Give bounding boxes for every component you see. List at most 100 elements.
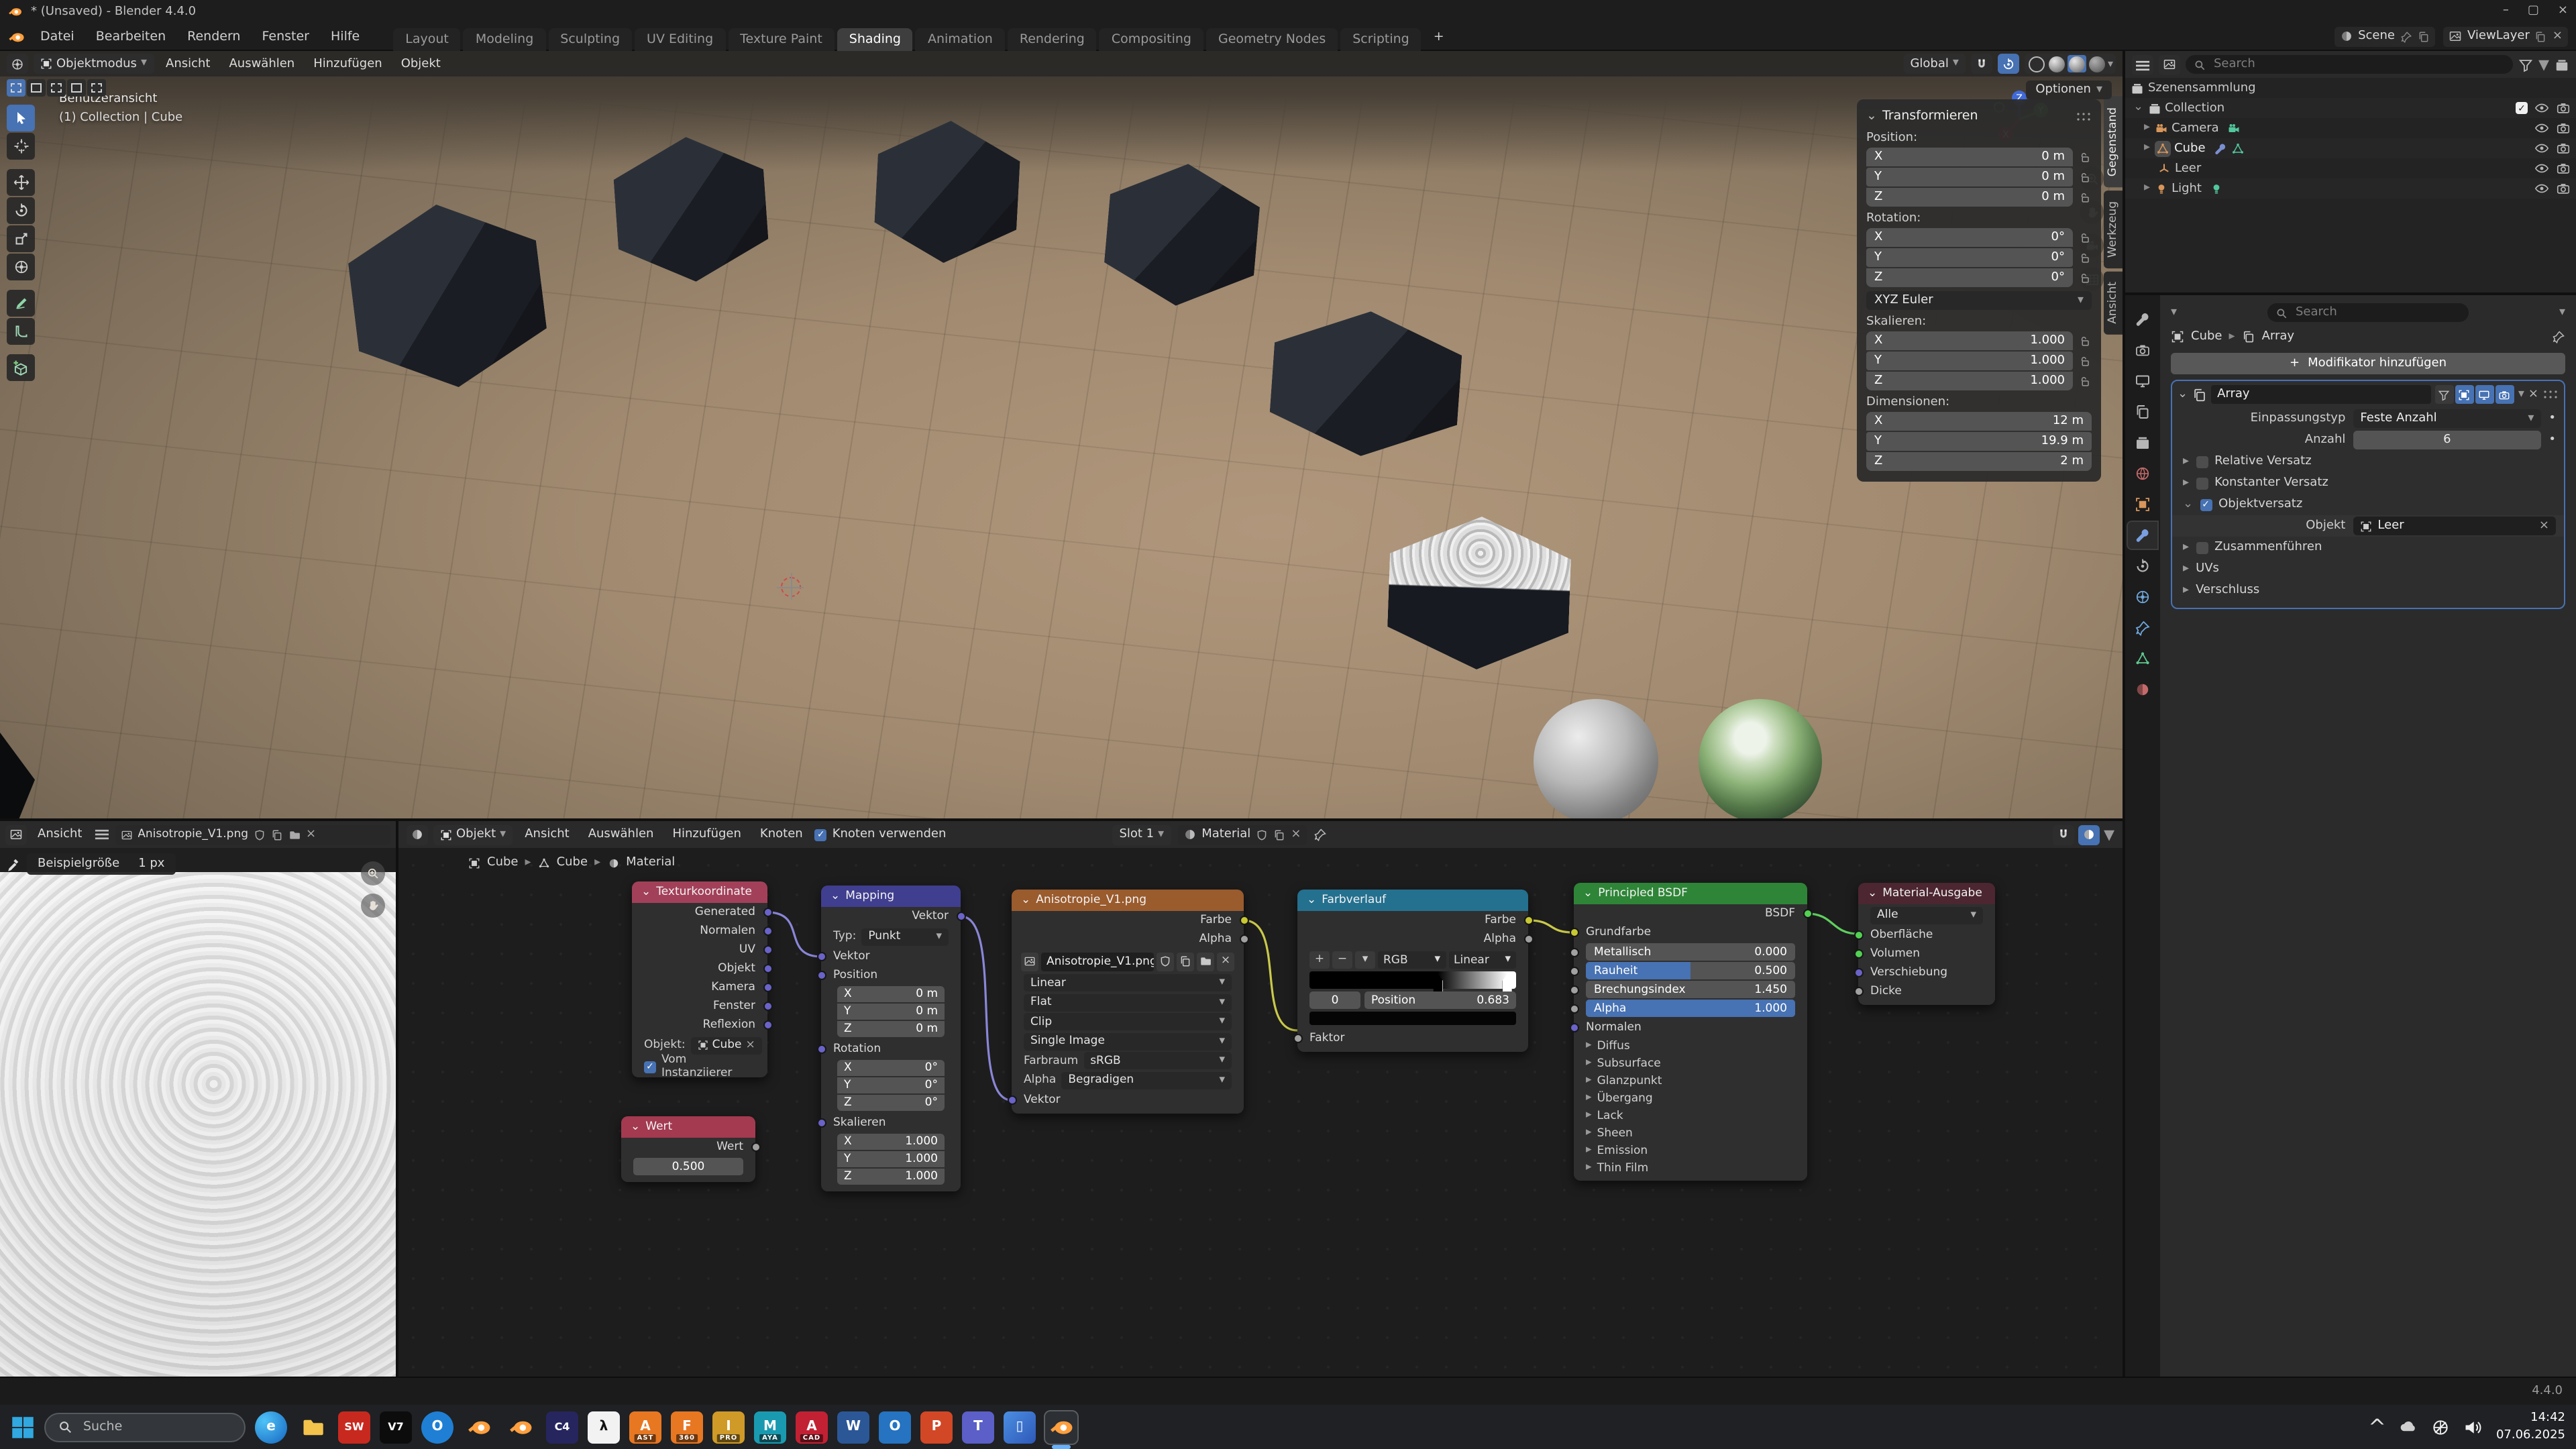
socket-normalen[interactable] xyxy=(763,926,772,936)
socket-bsdf[interactable] xyxy=(1803,909,1812,918)
scene-selector[interactable]: Scene xyxy=(2334,26,2435,46)
array-cube-5[interactable] xyxy=(1267,305,1464,462)
outliner-row-light[interactable]: Light xyxy=(2125,178,2576,199)
options-button[interactable]: Optionen xyxy=(2026,80,2112,99)
snap-magnet-icon[interactable] xyxy=(1971,54,1992,74)
shader-menu-ansicht[interactable]: Ansicht xyxy=(518,826,576,843)
keyframe-dot-icon[interactable] xyxy=(2548,434,2556,446)
shield-icon[interactable] xyxy=(1256,828,1268,841)
stop-color-swatch[interactable] xyxy=(1309,1012,1516,1025)
output-target-dropdown[interactable]: Alle xyxy=(1870,906,1983,924)
tab-sculpting[interactable]: Sculpting xyxy=(548,28,632,50)
relative-offset-checkbox[interactable] xyxy=(2196,455,2208,468)
edit-mode-toggle-icon[interactable] xyxy=(2435,385,2454,404)
offset-object-field[interactable]: Leer xyxy=(2353,517,2556,535)
taskbar-blender-active[interactable] xyxy=(1045,1411,1077,1443)
taskbar-blender[interactable] xyxy=(463,1411,495,1443)
socket-objekt[interactable] xyxy=(763,964,772,973)
realtime-toggle-icon[interactable] xyxy=(2455,385,2474,404)
socket-rauheit[interactable] xyxy=(1569,967,1578,976)
close-icon[interactable] xyxy=(746,1040,755,1051)
tab-world-icon[interactable] xyxy=(2128,460,2157,487)
render-camera-icon[interactable] xyxy=(2556,101,2571,115)
render-camera-icon[interactable] xyxy=(2556,181,2571,196)
outliner-search-input[interactable] xyxy=(2211,56,2505,72)
outliner-row-camera[interactable]: Camera xyxy=(2125,118,2576,138)
extension-dropdown[interactable]: Clip xyxy=(1024,1013,1232,1030)
editor-type-viewport-icon[interactable] xyxy=(7,54,28,74)
onedrive-icon[interactable] xyxy=(2400,1417,2418,1436)
socket-rotation[interactable] xyxy=(816,1044,826,1054)
eyedropper-icon[interactable] xyxy=(5,857,20,871)
slot-dropdown[interactable]: Slot 1 xyxy=(1112,824,1171,845)
image-datablock-row[interactable]: Anisotropie_V1.png xyxy=(1021,951,1234,971)
expand-icon[interactable] xyxy=(2144,182,2150,195)
chevron-down-icon[interactable] xyxy=(2538,54,2549,75)
lock-icon[interactable] xyxy=(2078,231,2092,244)
color-ramp-gradient[interactable] xyxy=(1309,971,1516,989)
menu-rendern[interactable]: Rendern xyxy=(178,26,250,46)
scale-z-field[interactable]: Z1.000 xyxy=(1866,372,2073,390)
color-mode-dropdown[interactable]: RGB xyxy=(1378,951,1446,969)
node-texture-coordinate[interactable]: Texturkoordinate Generated Normalen UV O… xyxy=(632,881,767,1077)
start-button[interactable] xyxy=(11,1415,35,1439)
collapse-icon[interactable] xyxy=(631,1122,640,1133)
taskbar-character-app[interactable]: λ xyxy=(588,1411,620,1443)
section-subsurface[interactable]: Subsurface xyxy=(1574,1055,1807,1072)
mapping-position-fields[interactable]: X0 m Y0 m Z0 m xyxy=(837,986,945,1037)
socket-grundfarbe[interactable] xyxy=(1569,928,1578,937)
keyframe-dot-icon[interactable] xyxy=(2548,413,2556,425)
socket-alpha[interactable] xyxy=(1523,934,1533,944)
blender-menu-icon[interactable] xyxy=(8,28,25,45)
maximize-button[interactable] xyxy=(2528,5,2539,17)
drag-handle-icon[interactable] xyxy=(2076,111,2092,121)
editor-type-shader-icon[interactable] xyxy=(407,824,428,845)
taskbar-file-explorer[interactable] xyxy=(297,1411,329,1443)
taskbar-alias-autostudio[interactable]: AAST xyxy=(629,1411,661,1443)
ramp-interpolation-dropdown[interactable]: Linear xyxy=(1448,951,1516,969)
add-modifier-button[interactable]: Modifikator hinzufügen xyxy=(2171,353,2565,374)
socket-volumen[interactable] xyxy=(1854,949,1863,959)
mapping-rotation-fields[interactable]: X0° Y0° Z0° xyxy=(837,1060,945,1111)
tool-move-icon[interactable] xyxy=(7,169,35,196)
tool-transform-icon[interactable] xyxy=(7,254,35,280)
section-relative-versatz[interactable]: Relative Versatz xyxy=(2172,451,2564,472)
tab-ansicht[interactable]: Ansicht xyxy=(2104,270,2123,334)
pan-hand-icon[interactable] xyxy=(361,894,385,918)
hide-eye-icon[interactable] xyxy=(2534,181,2549,196)
tab-material-icon[interactable] xyxy=(2128,676,2157,703)
dimension-y-field[interactable]: Y19.9 m xyxy=(1866,432,2092,451)
socket-normalen[interactable] xyxy=(1569,1023,1578,1032)
outliner-row-collection[interactable]: Collection xyxy=(2125,98,2576,118)
constant-offset-checkbox[interactable] xyxy=(2196,477,2208,489)
tab-animation[interactable]: Animation xyxy=(916,28,1005,50)
tab-output-icon[interactable] xyxy=(2128,368,2157,394)
lock-icon[interactable] xyxy=(2078,354,2092,368)
collapse-icon[interactable] xyxy=(830,891,840,902)
merge-checkbox[interactable] xyxy=(2196,541,2208,553)
hide-eye-icon[interactable] xyxy=(2534,141,2549,156)
metallic-slider[interactable]: Metallisch0.000 xyxy=(1586,943,1795,961)
pin-icon[interactable] xyxy=(2552,330,2565,343)
rotation-y-field[interactable]: Y0° xyxy=(1866,248,2073,267)
node-color-ramp[interactable]: Farbverlauf Farbe Alpha RGB Linear xyxy=(1297,890,1528,1052)
tab-layout[interactable]: Layout xyxy=(393,28,461,50)
hide-eye-icon[interactable] xyxy=(2534,101,2549,115)
ramp-stop-white[interactable] xyxy=(1503,974,1512,991)
ramp-stop-black[interactable] xyxy=(1434,974,1443,991)
textured-cube[interactable] xyxy=(1386,513,1572,672)
preview-sphere[interactable] xyxy=(1534,699,1658,818)
tab-particles-icon[interactable] xyxy=(2128,553,2157,580)
socket-uv[interactable] xyxy=(763,945,772,955)
viewport-menu-objekt[interactable]: Objekt xyxy=(394,56,447,72)
taskbar-clock[interactable]: 14:42 07.06.2025 xyxy=(2496,1411,2565,1444)
close-icon[interactable] xyxy=(1291,828,1301,841)
tab-object-icon[interactable] xyxy=(2128,491,2157,518)
socket-faktor[interactable] xyxy=(1293,1034,1302,1043)
material-datablock[interactable]: Material xyxy=(1177,824,1306,845)
shield-icon[interactable] xyxy=(254,828,266,841)
viewport-menu-hinzufuegen[interactable]: Hinzufügen xyxy=(307,56,388,72)
collection-checkbox[interactable] xyxy=(2516,102,2528,114)
menu-hilfe[interactable]: Hilfe xyxy=(321,26,369,46)
lock-icon[interactable] xyxy=(2078,251,2092,264)
